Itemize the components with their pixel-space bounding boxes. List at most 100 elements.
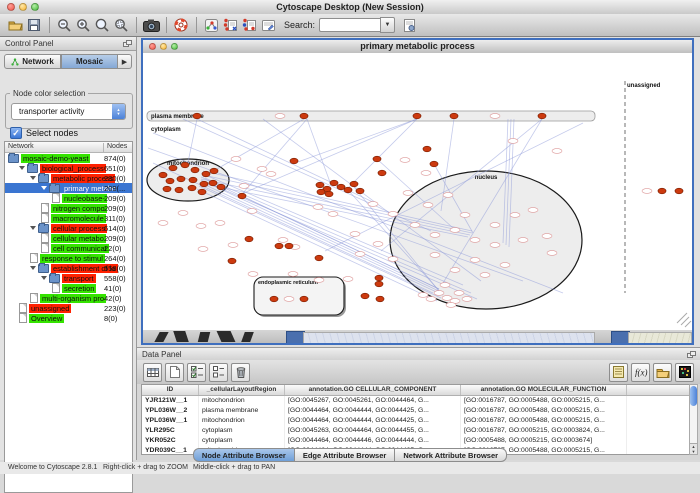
- gene-node[interactable]: [675, 188, 683, 194]
- gene-node[interactable]: [430, 161, 438, 167]
- tree-row[interactable]: response to stimul264(0): [5, 253, 132, 263]
- tree-row[interactable]: nucleobase-209(0): [5, 193, 132, 203]
- gene-node[interactable]: [238, 193, 246, 199]
- search-dropdown-button[interactable]: ▼: [380, 17, 395, 33]
- import-table-icon[interactable]: [240, 16, 258, 34]
- expand-arrow-icon[interactable]: [41, 276, 47, 280]
- zoom-in-icon[interactable]: [74, 16, 92, 34]
- new-attribute-icon[interactable]: [165, 363, 184, 382]
- tree-row[interactable]: multi-organism pro42(0): [5, 293, 132, 303]
- tree-row[interactable]: metabolic process280(0): [5, 173, 132, 183]
- gene-node[interactable]: [210, 168, 218, 174]
- column-header[interactable]: _cellularLayoutRegion: [199, 385, 285, 395]
- gene-node[interactable]: [209, 180, 217, 186]
- gene-node[interactable]: [315, 255, 323, 261]
- search-input[interactable]: [319, 18, 380, 32]
- tab-edge-attribute-browser[interactable]: Edge Attribute Browser: [295, 448, 395, 462]
- tree-row[interactable]: secretion41(0): [5, 283, 132, 293]
- gene-node[interactable]: [375, 281, 383, 287]
- attribute-table[interactable]: ID_cellularLayoutRegionannotation.GO CEL…: [141, 384, 690, 455]
- gene-node[interactable]: [300, 113, 308, 119]
- open-icon[interactable]: [6, 16, 24, 34]
- tree-row[interactable]: cell communicat22(0): [5, 243, 132, 253]
- tree-row[interactable]: cellular metabo209(0): [5, 233, 132, 243]
- gene-node[interactable]: [413, 113, 421, 119]
- expand-arrow-icon[interactable]: [19, 166, 25, 170]
- gene-node[interactable]: [166, 178, 174, 184]
- tab-network[interactable]: Network: [4, 54, 61, 69]
- gene-node[interactable]: [159, 172, 167, 178]
- tree-row[interactable]: cellular process614(0): [5, 223, 132, 233]
- column-header[interactable]: annotation.GO CELLULAR_COMPONENT: [285, 385, 461, 395]
- attribute-editor-icon[interactable]: [609, 363, 628, 382]
- import-attributes-icon[interactable]: [653, 363, 672, 382]
- search-config-icon[interactable]: [400, 16, 418, 34]
- gene-node[interactable]: [228, 258, 236, 264]
- gene-node[interactable]: [275, 243, 283, 249]
- tree-row[interactable]: biological_process651(0): [5, 163, 132, 173]
- gene-node[interactable]: [538, 113, 546, 119]
- gene-node[interactable]: [350, 181, 358, 187]
- matrix-icon[interactable]: [675, 363, 694, 382]
- tab-mosaic[interactable]: Mosaic: [61, 54, 118, 69]
- select-attributes-icon[interactable]: [187, 363, 206, 382]
- gene-node[interactable]: [325, 191, 333, 197]
- annotation-icon[interactable]: [259, 16, 277, 34]
- tree-row[interactable]: establishment of lo558(0): [5, 263, 132, 273]
- tree-row[interactable]: macromolecule311(0): [5, 213, 132, 223]
- expand-arrow-icon[interactable]: [30, 176, 36, 180]
- expand-arrow-icon[interactable]: [30, 266, 36, 270]
- network-canvas[interactable]: plasma membranecytoplasmmitochondrionnuc…: [143, 53, 692, 330]
- column-header[interactable]: ID: [142, 385, 199, 395]
- gene-node[interactable]: [181, 162, 189, 168]
- network-window-titlebar[interactable]: primary metabolic process: [143, 40, 692, 54]
- gene-node[interactable]: [317, 189, 325, 195]
- table-scrollbar[interactable]: ▲▼: [689, 384, 698, 455]
- import-network-icon[interactable]: [221, 16, 239, 34]
- tab-network-attribute-browser[interactable]: Network Attribute Browser: [395, 448, 507, 462]
- gene-node[interactable]: [361, 293, 369, 299]
- save-icon[interactable]: [25, 16, 43, 34]
- gene-node[interactable]: [163, 186, 171, 192]
- gene-node[interactable]: [290, 158, 298, 164]
- float-panel-icon[interactable]: [123, 40, 131, 47]
- zoom-out-icon[interactable]: [55, 16, 73, 34]
- vizmapper-icon[interactable]: [202, 16, 220, 34]
- delete-attribute-icon[interactable]: [231, 363, 250, 382]
- gene-node[interactable]: [200, 181, 208, 187]
- gene-node[interactable]: [245, 236, 253, 242]
- gene-node[interactable]: [189, 177, 197, 183]
- function-builder-icon[interactable]: f(x): [631, 363, 650, 382]
- snapshot-icon[interactable]: [142, 16, 160, 34]
- gene-node[interactable]: [169, 165, 177, 171]
- table-row[interactable]: YLR295Ccytoplasm[GO:0045263, GO:0044464,…: [142, 426, 689, 436]
- gene-node[interactable]: [285, 243, 293, 249]
- scrollbar-thumb[interactable]: [690, 386, 697, 406]
- tab-node-attribute-browser[interactable]: Node Attribute Browser: [193, 448, 295, 462]
- table-row[interactable]: YJR121W__1mitochondrion[GO:0045267, GO:0…: [142, 396, 689, 406]
- gene-node[interactable]: [198, 189, 206, 195]
- gene-node[interactable]: [193, 113, 201, 119]
- gene-node[interactable]: [373, 156, 381, 162]
- gene-node[interactable]: [356, 188, 364, 194]
- table-row[interactable]: YPL036W__2plasma membrane[GO:0044464, GO…: [142, 406, 689, 416]
- gene-node[interactable]: [300, 296, 308, 302]
- gene-node[interactable]: [378, 170, 386, 176]
- expand-arrow-icon[interactable]: [41, 186, 47, 190]
- gene-node[interactable]: [344, 187, 352, 193]
- node-color-combobox[interactable]: transporter activity ▲▼: [11, 103, 126, 120]
- tree-row[interactable]: Overview8(0): [5, 313, 132, 323]
- attribute-table-icon[interactable]: [143, 363, 162, 382]
- gene-node[interactable]: [270, 296, 278, 302]
- column-header[interactable]: annotation.GO MOLECULAR_FUNCTION: [461, 385, 627, 395]
- tree-row[interactable]: transport558(0): [5, 273, 132, 283]
- gene-node[interactable]: [376, 296, 384, 302]
- gene-node[interactable]: [316, 182, 324, 188]
- help-icon[interactable]: [172, 16, 190, 34]
- gene-node[interactable]: [217, 184, 225, 190]
- gene-node[interactable]: [450, 113, 458, 119]
- zoom-fit-icon[interactable]: [93, 16, 111, 34]
- gene-node[interactable]: [375, 275, 383, 281]
- select-nodes-checkbox[interactable]: ✓: [10, 127, 22, 139]
- table-row[interactable]: YPL036W__1mitochondrion[GO:0044464, GO:0…: [142, 416, 689, 426]
